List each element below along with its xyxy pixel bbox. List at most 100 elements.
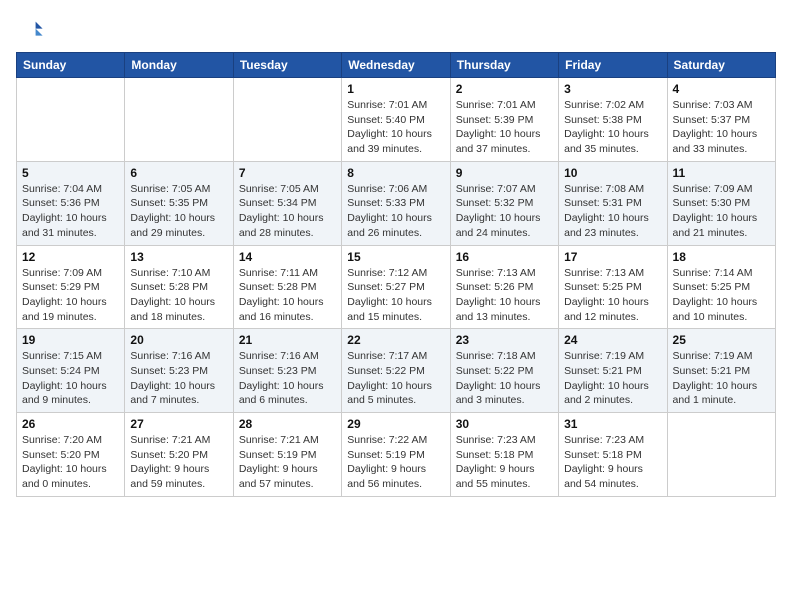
calendar-cell: 9Sunrise: 7:07 AM Sunset: 5:32 PM Daylig…	[450, 161, 558, 245]
calendar-cell: 7 Sunrise: 7:05 AM Sunset: 5:34 PM Daylig…	[233, 161, 341, 245]
day-detail: Sunrise: 7:11 AM Sunset: 5:28 PM Dayligh…	[239, 266, 336, 325]
calendar-cell: 11 Sunrise: 7:09 AM Sunset: 5:30 PM Dayli…	[667, 161, 775, 245]
day-detail: Sunrise: 7:02 AM Sunset: 5:38 PM Dayligh…	[564, 98, 661, 157]
calendar-cell: 5 Sunrise: 7:04 AM Sunset: 5:36 PM Daylig…	[17, 161, 125, 245]
calendar-cell: 22 Sunrise: 7:17 AM Sunset: 5:22 PM Dayli…	[342, 329, 450, 413]
calendar-cell: 3 Sunrise: 7:02 AM Sunset: 5:38 PM Daylig…	[559, 78, 667, 162]
header	[16, 16, 776, 44]
day-detail: Sunrise: 7:08 AM Sunset: 5:31 PM Dayligh…	[564, 182, 661, 241]
day-number: 20	[130, 333, 227, 347]
day-number: 31	[564, 417, 661, 431]
calendar-day-header: Tuesday	[233, 53, 341, 78]
day-detail: Sunrise: 7:12 AM Sunset: 5:27 PM Dayligh…	[347, 266, 444, 325]
calendar-cell: 30Sunrise: 7:23 AM Sunset: 5:18 PM Dayli…	[450, 413, 558, 497]
calendar-cell: 26 Sunrise: 7:20 AM Sunset: 5:20 PM Dayli…	[17, 413, 125, 497]
day-detail: Sunrise: 7:21 AM Sunset: 5:20 PM Dayligh…	[130, 433, 227, 492]
day-detail: Sunrise: 7:15 AM Sunset: 5:24 PM Dayligh…	[22, 349, 119, 408]
day-number: 16	[456, 250, 553, 264]
calendar-cell: 10 Sunrise: 7:08 AM Sunset: 5:31 PM Dayli…	[559, 161, 667, 245]
day-detail: Sunrise: 7:09 AM Sunset: 5:29 PM Dayligh…	[22, 266, 119, 325]
day-detail: Sunrise: 7:05 AM Sunset: 5:34 PM Dayligh…	[239, 182, 336, 241]
calendar-cell: 13Sunrise: 7:10 AM Sunset: 5:28 PM Dayli…	[125, 245, 233, 329]
calendar-cell	[667, 413, 775, 497]
day-detail: Sunrise: 7:16 AM Sunset: 5:23 PM Dayligh…	[239, 349, 336, 408]
calendar-header-row: SundayMondayTuesdayWednesdayThursdayFrid…	[17, 53, 776, 78]
day-number: 11	[673, 166, 770, 180]
day-number: 3	[564, 82, 661, 96]
calendar-day-header: Thursday	[450, 53, 558, 78]
day-detail: Sunrise: 7:05 AM Sunset: 5:35 PM Dayligh…	[130, 182, 227, 241]
day-detail: Sunrise: 7:06 AM Sunset: 5:33 PM Dayligh…	[347, 182, 444, 241]
calendar-cell	[125, 78, 233, 162]
calendar-cell: 25 Sunrise: 7:19 AM Sunset: 5:21 PM Dayli…	[667, 329, 775, 413]
calendar-day-header: Monday	[125, 53, 233, 78]
day-detail: Sunrise: 7:20 AM Sunset: 5:20 PM Dayligh…	[22, 433, 119, 492]
calendar-cell: 16 Sunrise: 7:13 AM Sunset: 5:26 PM Dayli…	[450, 245, 558, 329]
day-detail: Sunrise: 7:16 AM Sunset: 5:23 PM Dayligh…	[130, 349, 227, 408]
calendar-cell: 18 Sunrise: 7:14 AM Sunset: 5:25 PM Dayli…	[667, 245, 775, 329]
day-number: 13	[130, 250, 227, 264]
calendar-table: SundayMondayTuesdayWednesdayThursdayFrid…	[16, 52, 776, 497]
calendar-cell: 19 Sunrise: 7:15 AM Sunset: 5:24 PM Dayli…	[17, 329, 125, 413]
day-detail: Sunrise: 7:17 AM Sunset: 5:22 PM Dayligh…	[347, 349, 444, 408]
day-detail: Sunrise: 7:18 AM Sunset: 5:22 PM Dayligh…	[456, 349, 553, 408]
day-detail: Sunrise: 7:13 AM Sunset: 5:25 PM Dayligh…	[564, 266, 661, 325]
logo-icon	[16, 16, 44, 44]
day-number: 14	[239, 250, 336, 264]
day-number: 17	[564, 250, 661, 264]
calendar-week-row: 26 Sunrise: 7:20 AM Sunset: 5:20 PM Dayli…	[17, 413, 776, 497]
calendar-cell	[233, 78, 341, 162]
day-detail: Sunrise: 7:23 AM Sunset: 5:18 PM Dayligh…	[564, 433, 661, 492]
day-number: 2	[456, 82, 553, 96]
day-number: 15	[347, 250, 444, 264]
calendar-cell: 8 Sunrise: 7:06 AM Sunset: 5:33 PM Daylig…	[342, 161, 450, 245]
day-number: 10	[564, 166, 661, 180]
day-detail: Sunrise: 7:19 AM Sunset: 5:21 PM Dayligh…	[673, 349, 770, 408]
day-number: 9	[456, 166, 553, 180]
day-number: 5	[22, 166, 119, 180]
calendar-cell: 27 Sunrise: 7:21 AM Sunset: 5:20 PM Dayli…	[125, 413, 233, 497]
logo	[16, 16, 48, 44]
calendar-cell: 28Sunrise: 7:21 AM Sunset: 5:19 PM Dayli…	[233, 413, 341, 497]
calendar-cell: 15 Sunrise: 7:12 AM Sunset: 5:27 PM Dayli…	[342, 245, 450, 329]
day-number: 12	[22, 250, 119, 264]
day-number: 26	[22, 417, 119, 431]
day-detail: Sunrise: 7:09 AM Sunset: 5:30 PM Dayligh…	[673, 182, 770, 241]
calendar-cell: 2 Sunrise: 7:01 AM Sunset: 5:39 PM Daylig…	[450, 78, 558, 162]
calendar-day-header: Friday	[559, 53, 667, 78]
day-detail: Sunrise: 7:01 AM Sunset: 5:39 PM Dayligh…	[456, 98, 553, 157]
day-number: 8	[347, 166, 444, 180]
calendar-cell	[17, 78, 125, 162]
day-number: 19	[22, 333, 119, 347]
day-detail: Sunrise: 7:04 AM Sunset: 5:36 PM Dayligh…	[22, 182, 119, 241]
calendar-cell: 4 Sunrise: 7:03 AM Sunset: 5:37 PM Daylig…	[667, 78, 775, 162]
calendar-week-row: 19 Sunrise: 7:15 AM Sunset: 5:24 PM Dayli…	[17, 329, 776, 413]
day-number: 1	[347, 82, 444, 96]
day-number: 27	[130, 417, 227, 431]
day-number: 7	[239, 166, 336, 180]
calendar-cell: 24 Sunrise: 7:19 AM Sunset: 5:21 PM Dayli…	[559, 329, 667, 413]
calendar-week-row: 5 Sunrise: 7:04 AM Sunset: 5:36 PM Daylig…	[17, 161, 776, 245]
day-number: 24	[564, 333, 661, 347]
calendar-cell: 29Sunrise: 7:22 AM Sunset: 5:19 PM Dayli…	[342, 413, 450, 497]
day-number: 22	[347, 333, 444, 347]
day-detail: Sunrise: 7:19 AM Sunset: 5:21 PM Dayligh…	[564, 349, 661, 408]
calendar-cell: 12 Sunrise: 7:09 AM Sunset: 5:29 PM Dayli…	[17, 245, 125, 329]
day-detail: Sunrise: 7:03 AM Sunset: 5:37 PM Dayligh…	[673, 98, 770, 157]
day-detail: Sunrise: 7:13 AM Sunset: 5:26 PM Dayligh…	[456, 266, 553, 325]
day-number: 28	[239, 417, 336, 431]
calendar-day-header: Saturday	[667, 53, 775, 78]
day-number: 21	[239, 333, 336, 347]
day-number: 23	[456, 333, 553, 347]
calendar-cell: 1 Sunrise: 7:01 AM Sunset: 5:40 PM Daylig…	[342, 78, 450, 162]
calendar-cell: 23 Sunrise: 7:18 AM Sunset: 5:22 PM Dayli…	[450, 329, 558, 413]
calendar-cell: 20 Sunrise: 7:16 AM Sunset: 5:23 PM Dayli…	[125, 329, 233, 413]
day-detail: Sunrise: 7:14 AM Sunset: 5:25 PM Dayligh…	[673, 266, 770, 325]
day-number: 18	[673, 250, 770, 264]
day-number: 25	[673, 333, 770, 347]
calendar-day-header: Sunday	[17, 53, 125, 78]
day-number: 30	[456, 417, 553, 431]
day-detail: Sunrise: 7:01 AM Sunset: 5:40 PM Dayligh…	[347, 98, 444, 157]
day-number: 4	[673, 82, 770, 96]
calendar-cell: 31 Sunrise: 7:23 AM Sunset: 5:18 PM Dayli…	[559, 413, 667, 497]
